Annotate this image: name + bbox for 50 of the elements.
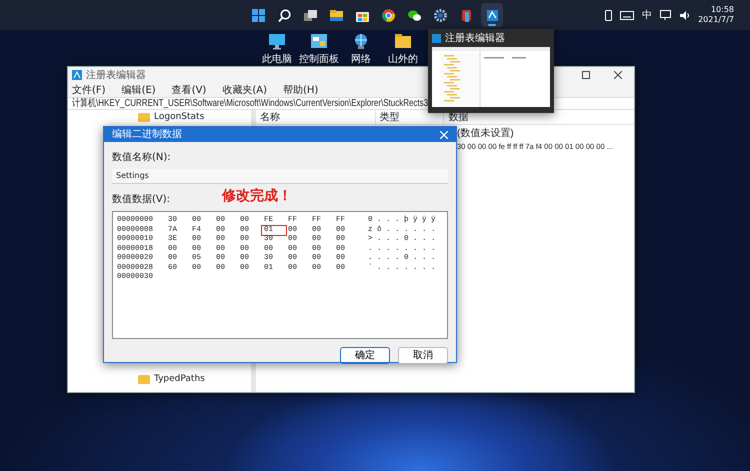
monitor-icon[interactable] xyxy=(268,33,286,50)
menu-item[interactable]: 帮助(H) xyxy=(283,82,318,98)
data-cell-text: (数值未设置) xyxy=(457,127,515,140)
menu-item[interactable]: 编辑(E) xyxy=(122,82,156,98)
hex-editor[interactable] xyxy=(112,211,448,339)
desktop-icon-label[interactable]: 此电脑 xyxy=(262,54,292,66)
folder-icon xyxy=(330,8,342,22)
speaker-icon[interactable] xyxy=(680,10,690,20)
dialog-title: 编辑二进制数据 xyxy=(112,128,182,142)
control-panel-icon[interactable] xyxy=(310,33,328,50)
gear-icon xyxy=(434,8,446,22)
chat-icon xyxy=(408,8,420,22)
menu-item[interactable]: 文件(F) xyxy=(72,82,106,98)
clock[interactable]: 10:58 2021/7/7 xyxy=(698,5,734,25)
menu-item[interactable]: 查看(V) xyxy=(172,82,206,98)
column-header[interactable]: 名称 xyxy=(256,110,376,124)
network-icon[interactable] xyxy=(660,10,672,20)
annotation-text: 修改完成！ xyxy=(222,186,292,206)
search-icon xyxy=(278,8,290,22)
desktop-icon-label[interactable]: 控制面板 xyxy=(299,54,339,66)
taskbar-thumbnail[interactable]: 注册表编辑器 xyxy=(428,29,554,113)
dialog-button[interactable]: 取消 xyxy=(398,347,448,364)
task-view-icon xyxy=(304,8,316,22)
app-icon xyxy=(460,8,472,22)
globe-icon[interactable] xyxy=(352,33,370,50)
registry-icon xyxy=(72,70,82,80)
browser-icon xyxy=(382,8,394,22)
close-icon[interactable] xyxy=(614,71,622,79)
folder-icon xyxy=(138,375,150,384)
registry-icon xyxy=(432,34,441,42)
desktop-icon-label[interactable]: 网络 xyxy=(351,54,371,66)
keyboard-icon[interactable] xyxy=(620,10,634,20)
window-title: 注册表编辑器 xyxy=(86,68,146,82)
folder-icon xyxy=(138,113,150,122)
desktop-icon-label[interactable]: 山外的 xyxy=(388,54,418,66)
field-label: 数值名称(N): xyxy=(112,151,171,165)
taskbar-app[interactable] xyxy=(481,3,503,27)
tree-item[interactable]: TypedPaths xyxy=(154,373,205,386)
phone-icon xyxy=(605,10,612,20)
field-label: 数值数据(V): xyxy=(112,193,170,207)
start-icon xyxy=(252,8,264,22)
registry-icon xyxy=(486,8,498,22)
maximize-icon[interactable] xyxy=(582,71,590,79)
dialog-button[interactable]: 确定 xyxy=(340,347,390,364)
folder-icon[interactable] xyxy=(394,33,412,50)
menu-item[interactable]: 收藏夹(A) xyxy=(222,82,267,98)
value-name-field[interactable]: Settings xyxy=(112,169,448,184)
tree-item[interactable]: LogonStats xyxy=(154,111,204,124)
ime-indicator[interactable]: 中 xyxy=(642,8,652,22)
thumbnail-title: 注册表编辑器 xyxy=(445,32,505,46)
